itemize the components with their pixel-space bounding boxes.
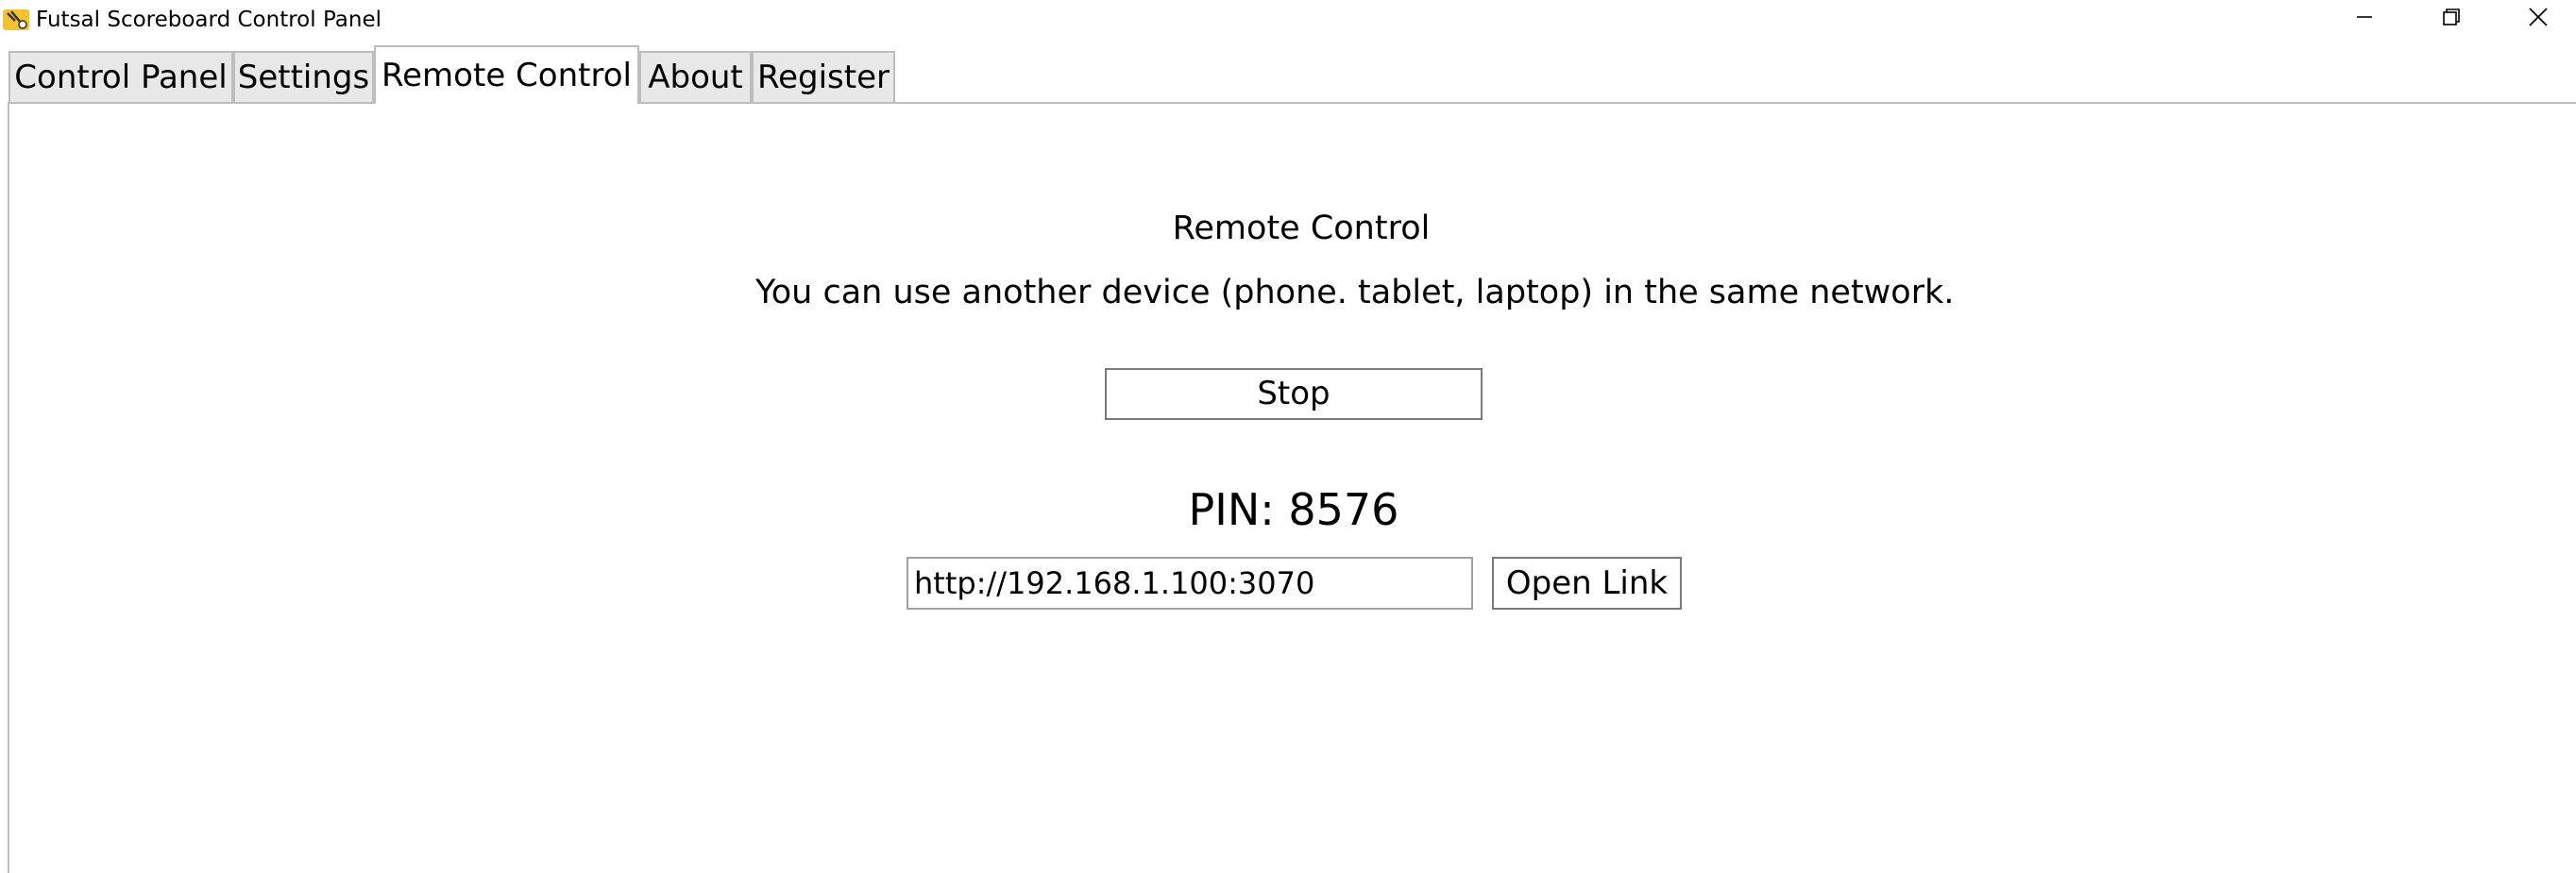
tab-strip: Control Panel Settings Remote Control Ab… xyxy=(0,45,2576,104)
app-window: Futsal Scoreboard Control Panel Control … xyxy=(0,0,2576,873)
tab-control-panel[interactable]: Control Panel xyxy=(8,51,233,102)
close-button[interactable] xyxy=(2495,0,2576,38)
minimize-icon xyxy=(2355,8,2374,30)
close-icon xyxy=(2528,7,2549,31)
tab-settings[interactable]: Settings xyxy=(233,51,374,102)
restore-icon xyxy=(2441,7,2462,31)
title-bar: Futsal Scoreboard Control Panel xyxy=(0,0,2576,40)
stop-button[interactable]: Stop xyxy=(1105,368,1483,420)
futsal-app-icon xyxy=(2,6,32,32)
tab-about[interactable]: About xyxy=(639,51,752,102)
pin-display: PIN: 8576 xyxy=(1188,484,1399,535)
tab-register[interactable]: Register xyxy=(752,51,895,102)
window-title: Futsal Scoreboard Control Panel xyxy=(36,8,381,32)
remote-control-panel: Remote Control You can use another devic… xyxy=(8,102,2576,873)
tab-remote-control[interactable]: Remote Control xyxy=(374,45,639,104)
panel-heading: Remote Control xyxy=(1172,210,1431,247)
open-link-button[interactable]: Open Link xyxy=(1492,557,1682,610)
minimize-button[interactable] xyxy=(2321,0,2408,38)
restore-button[interactable] xyxy=(2408,0,2495,38)
remote-url-field[interactable] xyxy=(907,557,1473,610)
panel-subtitle: You can use another device (phone. table… xyxy=(755,274,1955,311)
